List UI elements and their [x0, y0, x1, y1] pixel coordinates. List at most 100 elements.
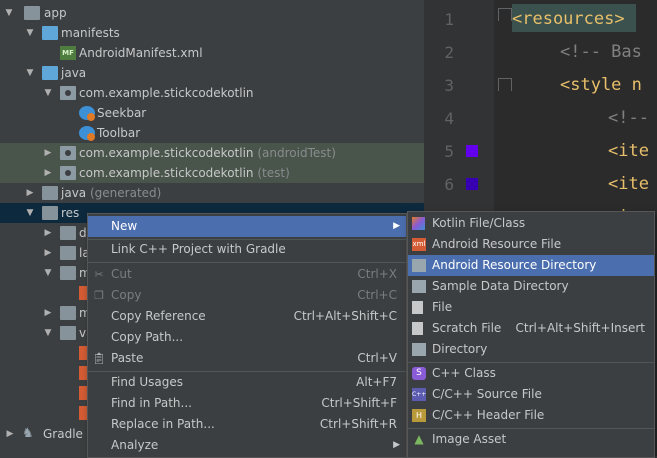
kotlin-icon [412, 217, 425, 230]
scratch-file-icon [412, 322, 423, 335]
menu-item-android-resource-file[interactable]: xml Android Resource File [408, 234, 654, 255]
menu-item-android-resource-directory[interactable]: Android Resource Directory [408, 255, 654, 276]
menu-label: Android Resource Directory [432, 258, 597, 272]
menu-item-file[interactable]: File [408, 297, 654, 318]
menu-label: Paste [111, 351, 144, 365]
code-line: <!-- [608, 108, 649, 128]
color-swatch-icon[interactable] [466, 178, 478, 190]
menu-item-directory[interactable]: Directory [408, 339, 654, 360]
scissors-icon: ✂ [94, 268, 104, 281]
menu-label: Link C++ Project with Gradle [111, 242, 286, 256]
menu-shortcut: Ctrl+Shift+F [321, 396, 397, 410]
chevron-down-icon[interactable]: ▼ [24, 203, 36, 223]
menu-item-cut[interactable]: ✂ Cut Ctrl+X [88, 264, 406, 285]
resource-folder-icon [42, 206, 58, 220]
menu-separator [88, 262, 406, 263]
tree-item-package-test[interactable]: ▶ com.example.stickcodekotlin (test) [0, 163, 424, 183]
menu-item-copy[interactable]: ❐ Copy Ctrl+C [88, 285, 406, 306]
package-icon [60, 166, 76, 180]
submenu-arrow-icon: ▶ [393, 440, 400, 450]
menu-label: Kotlin File/Class [432, 216, 526, 230]
tree-item-java-generated[interactable]: ▶ java (generated) [0, 183, 424, 203]
folder-icon [60, 246, 76, 260]
tree-item-package-main[interactable]: ▼ com.example.stickcodekotlin [0, 83, 424, 103]
folder-icon [412, 259, 426, 272]
folder-icon [60, 306, 76, 320]
code-line: <!-- Bas [560, 42, 642, 62]
menu-item-cpp-source[interactable]: C++ C/C++ Source File [408, 384, 654, 405]
menu-shortcut: Ctrl+C [357, 288, 397, 302]
code-line: <style n [560, 75, 642, 95]
chevron-down-icon[interactable]: ▼ [42, 83, 54, 103]
tree-item-java[interactable]: ▼ java [0, 63, 424, 83]
menu-item-sample-data-directory[interactable]: Sample Data Directory [408, 276, 654, 297]
menu-label: Directory [432, 342, 488, 356]
menu-label: Analyze [111, 438, 159, 452]
menu-item-copy-path[interactable]: Copy Path... [88, 327, 406, 348]
color-swatch-icon[interactable] [466, 145, 478, 157]
package-icon [60, 146, 76, 160]
tree-item-manifests[interactable]: ▼ manifests [0, 23, 424, 43]
tree-label-suffix: (test) [257, 166, 290, 180]
chevron-right-icon[interactable]: ▶ [42, 223, 54, 243]
chevron-right-icon[interactable]: ▶ [42, 303, 54, 323]
menu-item-paste[interactable]: 📋︎ Paste Ctrl+V [88, 348, 406, 369]
chevron-down-icon[interactable]: ▼ [42, 323, 54, 343]
menu-label: Find Usages [111, 375, 184, 389]
kotlin-class-icon [79, 106, 95, 121]
fold-marker-icon[interactable] [498, 78, 512, 91]
menu-shortcut: Ctrl+V [357, 351, 397, 365]
chevron-down-icon[interactable]: ▼ [24, 63, 36, 83]
chevron-down-icon[interactable]: ▼ [42, 263, 54, 283]
menu-item-cpp-header[interactable]: H C/C++ Header File [408, 405, 654, 426]
menu-shortcut: Ctrl+Alt+Shift+C [293, 309, 397, 323]
chevron-right-icon[interactable]: ▶ [42, 243, 54, 263]
menu-item-copy-reference[interactable]: Copy Reference Ctrl+Alt+Shift+C [88, 306, 406, 327]
tree-label: com.example.stickcodekotlin [79, 166, 254, 180]
menu-shortcut: Alt+F7 [356, 375, 397, 389]
chevron-down-icon[interactable]: ▼ [3, 3, 15, 23]
folder-icon [412, 343, 426, 356]
new-submenu: Kotlin File/Class xml Android Resource F… [407, 211, 655, 458]
tree-label: Toolbar [97, 126, 141, 140]
tree-item-package-android-test[interactable]: ▶ com.example.stickcodekotlin (androidTe… [0, 143, 424, 163]
menu-item-find-usages[interactable]: Find Usages Alt+F7 [88, 372, 406, 393]
menu-label: Cut [111, 267, 132, 281]
kotlin-class-icon [79, 126, 95, 141]
tree-item-android-manifest[interactable]: MF AndroidManifest.xml [0, 43, 424, 63]
menu-item-image-asset[interactable]: ▲ Image Asset [408, 429, 654, 450]
menu-item-find-in-path[interactable]: Find in Path... Ctrl+Shift+F [88, 393, 406, 414]
cpp-header-icon: H [412, 409, 426, 422]
chevron-right-icon[interactable]: ▶ [4, 424, 16, 444]
menu-label: Copy Path... [111, 330, 184, 344]
tree-item-seekbar[interactable]: Seekbar [0, 103, 424, 123]
submenu-arrow-icon: ▶ [393, 221, 400, 231]
tree-item-toolbar[interactable]: Toolbar [0, 123, 424, 143]
fold-marker-icon[interactable] [498, 8, 512, 21]
line-number: 1 [444, 10, 454, 29]
context-menu: New ▶ Link C++ Project with Gradle ✂ Cut… [87, 213, 407, 458]
menu-label: C/C++ Header File [432, 408, 545, 422]
folder-icon [42, 66, 58, 80]
tree-item-app[interactable]: ▼ app [0, 3, 424, 23]
menu-item-replace-in-path[interactable]: Replace in Path... Ctrl+Shift+R [88, 414, 406, 435]
menu-label: Copy Reference [111, 309, 206, 323]
chevron-right-icon[interactable]: ▶ [42, 143, 54, 163]
menu-item-link-cpp[interactable]: Link C++ Project with Gradle [88, 239, 406, 260]
menu-label: Find in Path... [111, 396, 192, 410]
menu-label: Android Resource File [432, 237, 562, 251]
menu-item-new[interactable]: New ▶ [88, 216, 406, 237]
menu-item-kotlin-file[interactable]: Kotlin File/Class [408, 213, 654, 234]
menu-label: New [111, 219, 138, 233]
menu-item-scratch-file[interactable]: Scratch File Ctrl+Alt+Shift+Insert [408, 318, 654, 339]
line-number: 2 [444, 43, 454, 62]
chevron-down-icon[interactable]: ▼ [24, 23, 36, 43]
chevron-right-icon[interactable]: ▶ [42, 163, 54, 183]
tree-label: com.example.stickcodekotlin [79, 146, 254, 160]
tree-label: java [61, 66, 87, 80]
folder-icon [42, 26, 58, 40]
menu-item-analyze[interactable]: Analyze ▶ [88, 435, 406, 456]
chevron-right-icon[interactable]: ▶ [24, 183, 36, 203]
menu-shortcut: Ctrl+Alt+Shift+Insert [515, 321, 645, 335]
menu-item-cpp-class[interactable]: S C++ Class [408, 363, 654, 384]
